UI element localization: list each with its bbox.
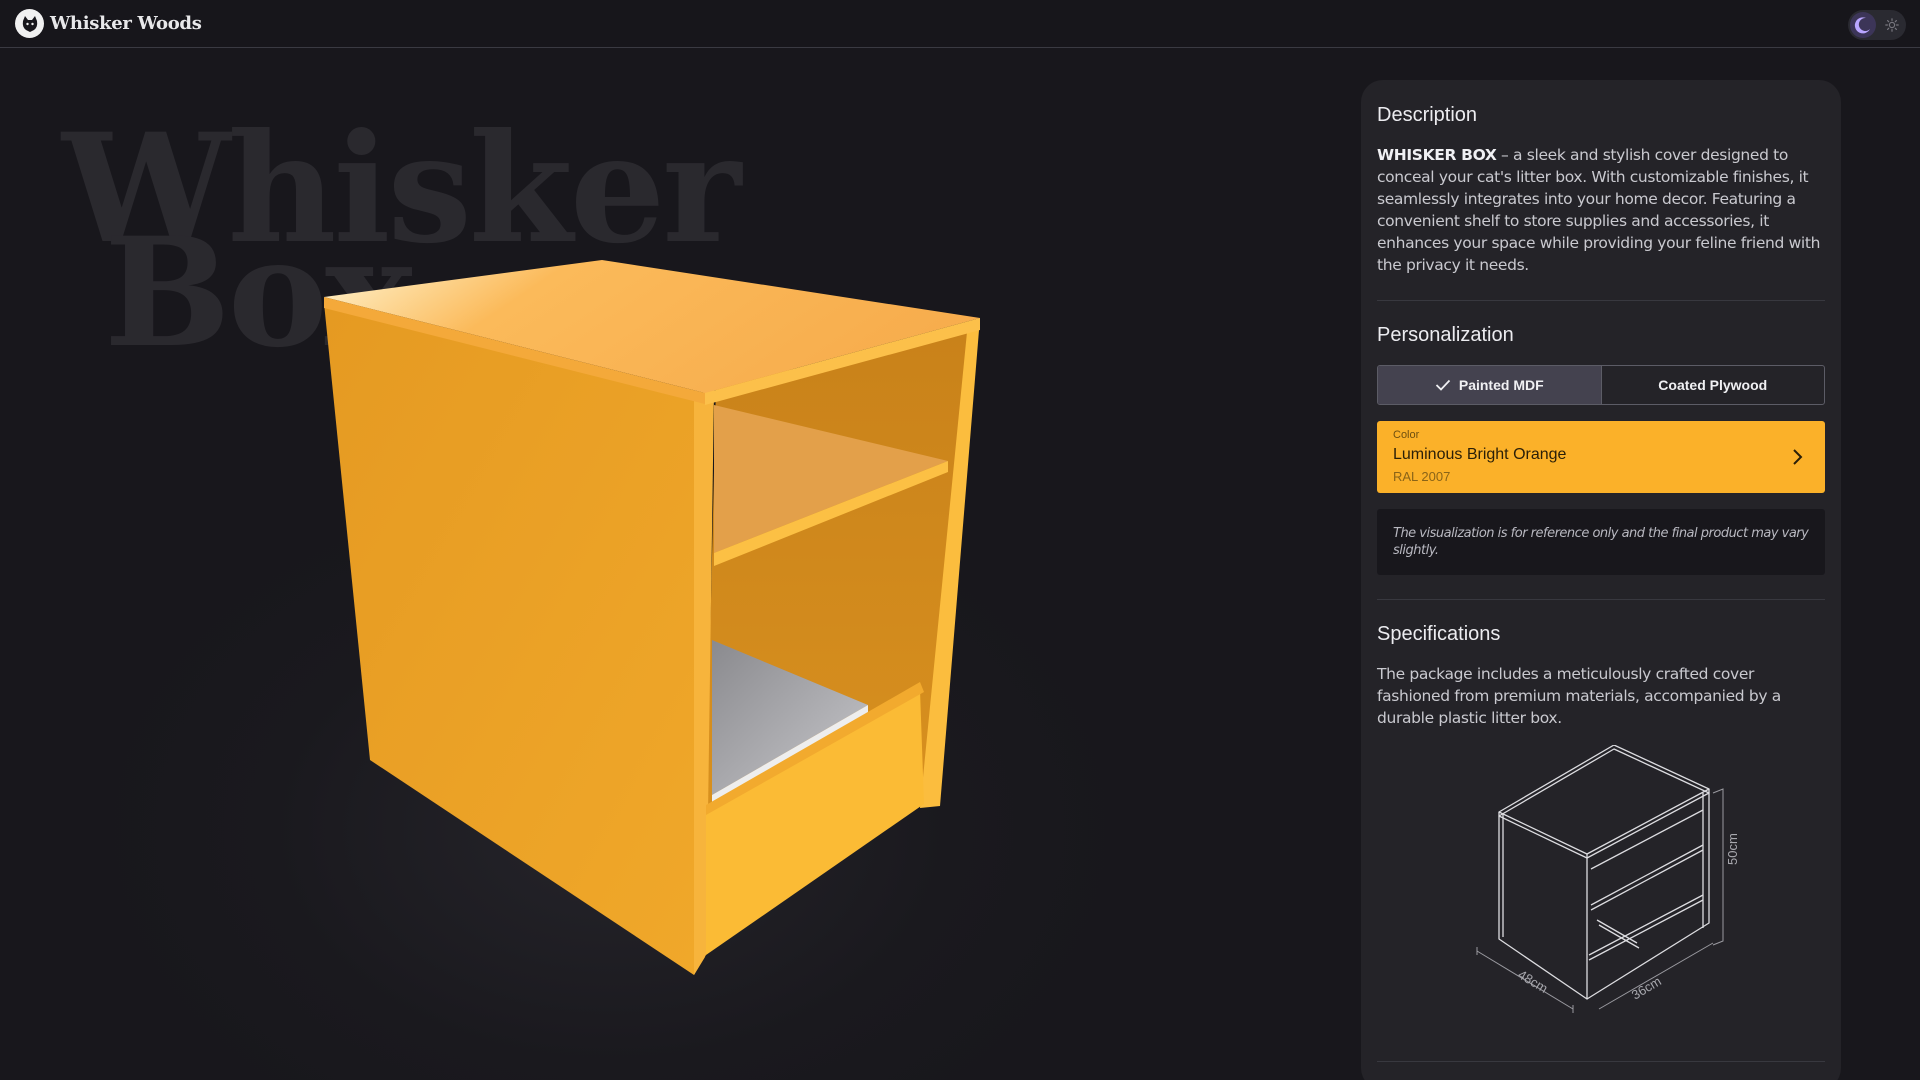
visualization-note: The visualization is for reference only …	[1377, 509, 1825, 575]
product-name: WHISKER BOX	[1377, 146, 1497, 164]
color-name: Luminous Bright Orange	[1393, 446, 1567, 463]
chevron-right-icon	[1793, 449, 1803, 465]
color-label: Color	[1393, 429, 1420, 441]
specifications-title: Specifications	[1377, 623, 1501, 645]
description-body: – a sleek and stylish cover designed to …	[1377, 146, 1821, 274]
theme-toggle[interactable]	[1848, 10, 1906, 40]
check-icon	[1435, 379, 1451, 391]
brand-name: Whisker Woods	[50, 13, 202, 34]
material-option-painted-mdf[interactable]: Painted MDF	[1378, 366, 1602, 404]
brand[interactable]: Whisker Woods	[15, 9, 202, 38]
divider	[1377, 300, 1825, 301]
moon-icon	[1850, 12, 1876, 38]
divider	[1377, 1061, 1825, 1062]
description-title: Description	[1377, 104, 1478, 126]
material-label: Coated Plywood	[1658, 377, 1768, 393]
product-viewer[interactable]: Whisker Box	[0, 49, 1281, 1080]
left-side-panel	[324, 303, 705, 975]
color-picker-button[interactable]: Color Luminous Bright Orange RAL 2007	[1377, 421, 1825, 493]
depth-label: 36cm	[1629, 973, 1664, 1002]
top-bar: Whisker Woods	[0, 0, 1920, 48]
description-text: WHISKER BOX – a sleek and stylish cover …	[1377, 144, 1825, 276]
sun-icon	[1882, 15, 1902, 35]
personalization-title: Personalization	[1377, 324, 1514, 346]
material-option-coated-plywood[interactable]: Coated Plywood	[1602, 366, 1825, 404]
specifications-text: The package includes a meticulously craf…	[1377, 665, 1781, 727]
divider	[1377, 599, 1825, 600]
color-code: RAL 2007	[1393, 469, 1451, 484]
height-label: 50cm	[1725, 833, 1740, 865]
dimension-diagram: 50cm 48cm 36cm	[1476, 745, 1740, 1013]
product-3d-model[interactable]	[0, 49, 1281, 1080]
material-label: Painted MDF	[1458, 377, 1544, 393]
material-selector[interactable]: Painted MDF Coated Plywood	[1377, 365, 1825, 405]
cat-logo-icon	[15, 9, 44, 38]
details-panel[interactable]: Description WHISKER BOX – a sleek and st…	[1361, 80, 1841, 1080]
